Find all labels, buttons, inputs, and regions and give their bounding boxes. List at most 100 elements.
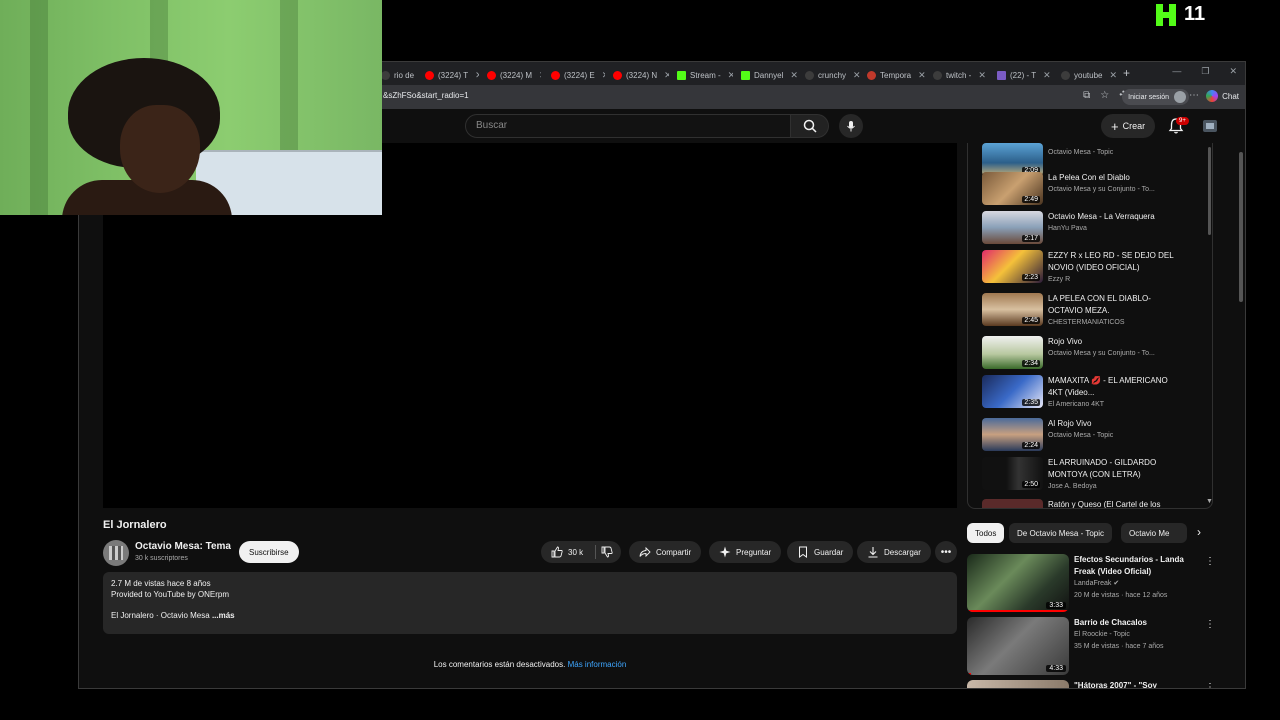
- chip-all[interactable]: Todos: [967, 523, 1005, 543]
- browser-tab[interactable]: Tempora ✕: [867, 66, 925, 84]
- more-info-link[interactable]: Más información: [568, 660, 627, 669]
- recommendation-channel: LandaFreak ✔: [1074, 578, 1119, 590]
- chevron-down-icon[interactable]: ▼: [1206, 498, 1212, 505]
- voice-search-button[interactable]: [839, 114, 863, 138]
- recommendation-item[interactable]: 4:33 Barrio de Chacalos El Roockie - Top…: [967, 617, 1217, 677]
- close-icon[interactable]: ✕: [539, 70, 541, 81]
- copilot-chat-button[interactable]: Chat: [1206, 90, 1239, 102]
- browser-tab[interactable]: (3224) T ✕: [425, 66, 479, 84]
- tab-label: (3224) M: [500, 70, 533, 80]
- playlist-channel: HanYu Pava: [1048, 225, 1087, 232]
- url-text[interactable]: &sZhFSo&start_radio=1: [383, 91, 469, 100]
- browser-tab[interactable]: youtube ✕: [1061, 66, 1117, 84]
- show-more-link[interactable]: ...más: [212, 611, 235, 620]
- browser-tab[interactable]: (22) - T ✕: [997, 66, 1053, 84]
- search-input[interactable]: Buscar: [465, 114, 791, 138]
- playlist-item[interactable]: 2:49 La Pelea Con el Diablo Octavio Mesa…: [982, 172, 1208, 210]
- playlist-item[interactable]: 2:17 Octavio Mesa - La Verraquera HanYu …: [982, 211, 1208, 249]
- playlist-item[interactable]: 2:50 EL ARRUINADO - GILDARDO MONTOYA (CO…: [982, 457, 1208, 495]
- playlist-item[interactable]: 2:23 EZZY R x LEO RD - SE DEJO DEL NOVIO…: [982, 250, 1208, 288]
- playlist-item[interactable]: 2:24 Al Rojo Vivo Octavio Mesa - Topic: [982, 418, 1208, 456]
- search-button[interactable]: [791, 114, 829, 138]
- more-vertical-icon[interactable]: ⋮: [1205, 619, 1215, 630]
- browser-tab[interactable]: twitch - ✕: [933, 66, 989, 84]
- playlist-item[interactable]: 2:45 LA PELEA CON EL DIABLO- OCTAVIO MEZ…: [982, 293, 1208, 331]
- playlist-title: Rojo Vivo: [1048, 337, 1083, 346]
- viewer-count: 11: [1184, 3, 1206, 25]
- playlist-item[interactable]: 2:34 Rojo Vivo Octavio Mesa y su Conjunt…: [982, 336, 1208, 374]
- playlist-channel: CHESTERMANIATICOS: [1048, 319, 1125, 326]
- close-icon[interactable]: ✕: [728, 70, 733, 81]
- search-icon: [803, 119, 817, 133]
- chip-related[interactable]: Octavio Me: [1121, 523, 1187, 543]
- comments-disabled-notice: Los comentarios están desactivados. Más …: [103, 660, 957, 669]
- close-icon[interactable]: ✕: [475, 70, 479, 81]
- more-vertical-icon[interactable]: ⋮: [1205, 682, 1215, 688]
- minimize-icon[interactable]: —: [1172, 66, 1181, 77]
- playlist-title: Ratón y Queso (El Cartel de los: [1048, 500, 1161, 509]
- close-icon[interactable]: ✕: [602, 70, 605, 81]
- browser-tab[interactable]: (3224) E ✕: [551, 66, 605, 84]
- save-button[interactable]: Guardar: [787, 541, 854, 563]
- close-icon[interactable]: ✕: [1109, 70, 1117, 81]
- close-icon[interactable]: ✕: [853, 70, 861, 81]
- subscribe-button[interactable]: Suscribirse: [239, 541, 299, 563]
- create-button[interactable]: + Crear: [1101, 114, 1156, 138]
- save-label: Guardar: [814, 547, 844, 557]
- browser-tab[interactable]: rio de✕: [381, 66, 421, 84]
- recommendation-title: "Hátoras 2007" - "Soy: [1074, 681, 1157, 689]
- close-icon[interactable]: ✕: [918, 70, 925, 81]
- account-avatar-icon[interactable]: [1201, 117, 1219, 135]
- youtube-icon: [613, 70, 622, 80]
- youtube-icon: [551, 70, 560, 80]
- close-icon[interactable]: ✕: [790, 70, 797, 81]
- chevron-right-icon[interactable]: ›: [1197, 525, 1201, 539]
- install-app-icon[interactable]: ⧉: [1083, 90, 1090, 101]
- like-icon[interactable]: [551, 546, 563, 558]
- tab-favicon-icon: [997, 70, 1006, 80]
- like-count[interactable]: 30 k: [568, 548, 583, 557]
- tab-favicon-icon: [1061, 70, 1070, 80]
- dislike-icon[interactable]: [601, 546, 613, 558]
- playlist-item[interactable]: 2:35 MAMAXITA 💋 - EL AMERICANO 4KT (Vide…: [982, 375, 1208, 413]
- close-icon[interactable]: ✕: [978, 70, 986, 81]
- more-horizontal-icon: •••: [940, 546, 952, 558]
- ask-button[interactable]: Preguntar: [709, 541, 782, 563]
- description-box[interactable]: 2.7 M de vistas hace 8 años Provided to …: [103, 572, 957, 634]
- tab-label: Dannyel: [754, 70, 784, 80]
- new-tab-button[interactable]: +: [1123, 64, 1137, 82]
- maximize-icon[interactable]: ❐: [1201, 66, 1209, 77]
- tab-label: crunchy: [818, 70, 847, 80]
- window-controls: — ❐ ✕: [1172, 66, 1237, 77]
- browser-tab[interactable]: Dannyel ✕: [741, 66, 797, 84]
- more-menu-icon[interactable]: ⋯: [1189, 90, 1199, 101]
- signin-button[interactable]: Iniciar sesión: [1122, 89, 1189, 105]
- share-button[interactable]: Compartir: [629, 541, 702, 563]
- playlist-item[interactable]: Ratón y Queso (El Cartel de los: [982, 499, 1208, 509]
- more-vertical-icon[interactable]: ⋮: [1205, 556, 1215, 567]
- playlist-scrollbar[interactable]: [1208, 147, 1211, 235]
- channel-avatar[interactable]: [103, 540, 129, 566]
- playlist-channel: Jose A. Bedoya: [1048, 483, 1097, 490]
- watch-progress-bar: [967, 673, 972, 675]
- browser-tab[interactable]: crunchy ✕: [805, 66, 861, 84]
- page-scrollbar[interactable]: [1239, 152, 1243, 302]
- browser-tab[interactable]: (3224) M ✕: [487, 66, 541, 84]
- recommendation-item[interactable]: 3:33 Efectos Secundarios - Landa Freak (…: [967, 554, 1217, 614]
- playlist-thumbnail: 2:34: [982, 336, 1043, 369]
- bookmark-star-icon[interactable]: ☆: [1100, 90, 1109, 101]
- browser-tab[interactable]: Stream - ✕: [677, 66, 733, 84]
- chip-from-channel[interactable]: De Octavio Mesa - Topic: [1009, 523, 1112, 543]
- duration-badge: 3:33: [1046, 602, 1066, 609]
- close-icon[interactable]: ✕: [1043, 70, 1051, 81]
- tab-label: (22) - T: [1010, 70, 1037, 80]
- browser-tab[interactable]: (3224) N ✕: [613, 66, 669, 84]
- more-actions-button[interactable]: •••: [935, 541, 957, 563]
- close-window-icon[interactable]: ✕: [1229, 66, 1237, 77]
- channel-name[interactable]: Octavio Mesa: Tema: [135, 541, 231, 552]
- download-button[interactable]: Descargar: [857, 541, 931, 563]
- close-icon[interactable]: ✕: [664, 70, 669, 81]
- sparkle-icon: [719, 546, 731, 558]
- recommendation-item[interactable]: "Hátoras 2007" - "Soy ⋮: [967, 680, 1217, 689]
- recommendation-title: Efectos Secundarios - Landa Freak (Video…: [1074, 555, 1184, 576]
